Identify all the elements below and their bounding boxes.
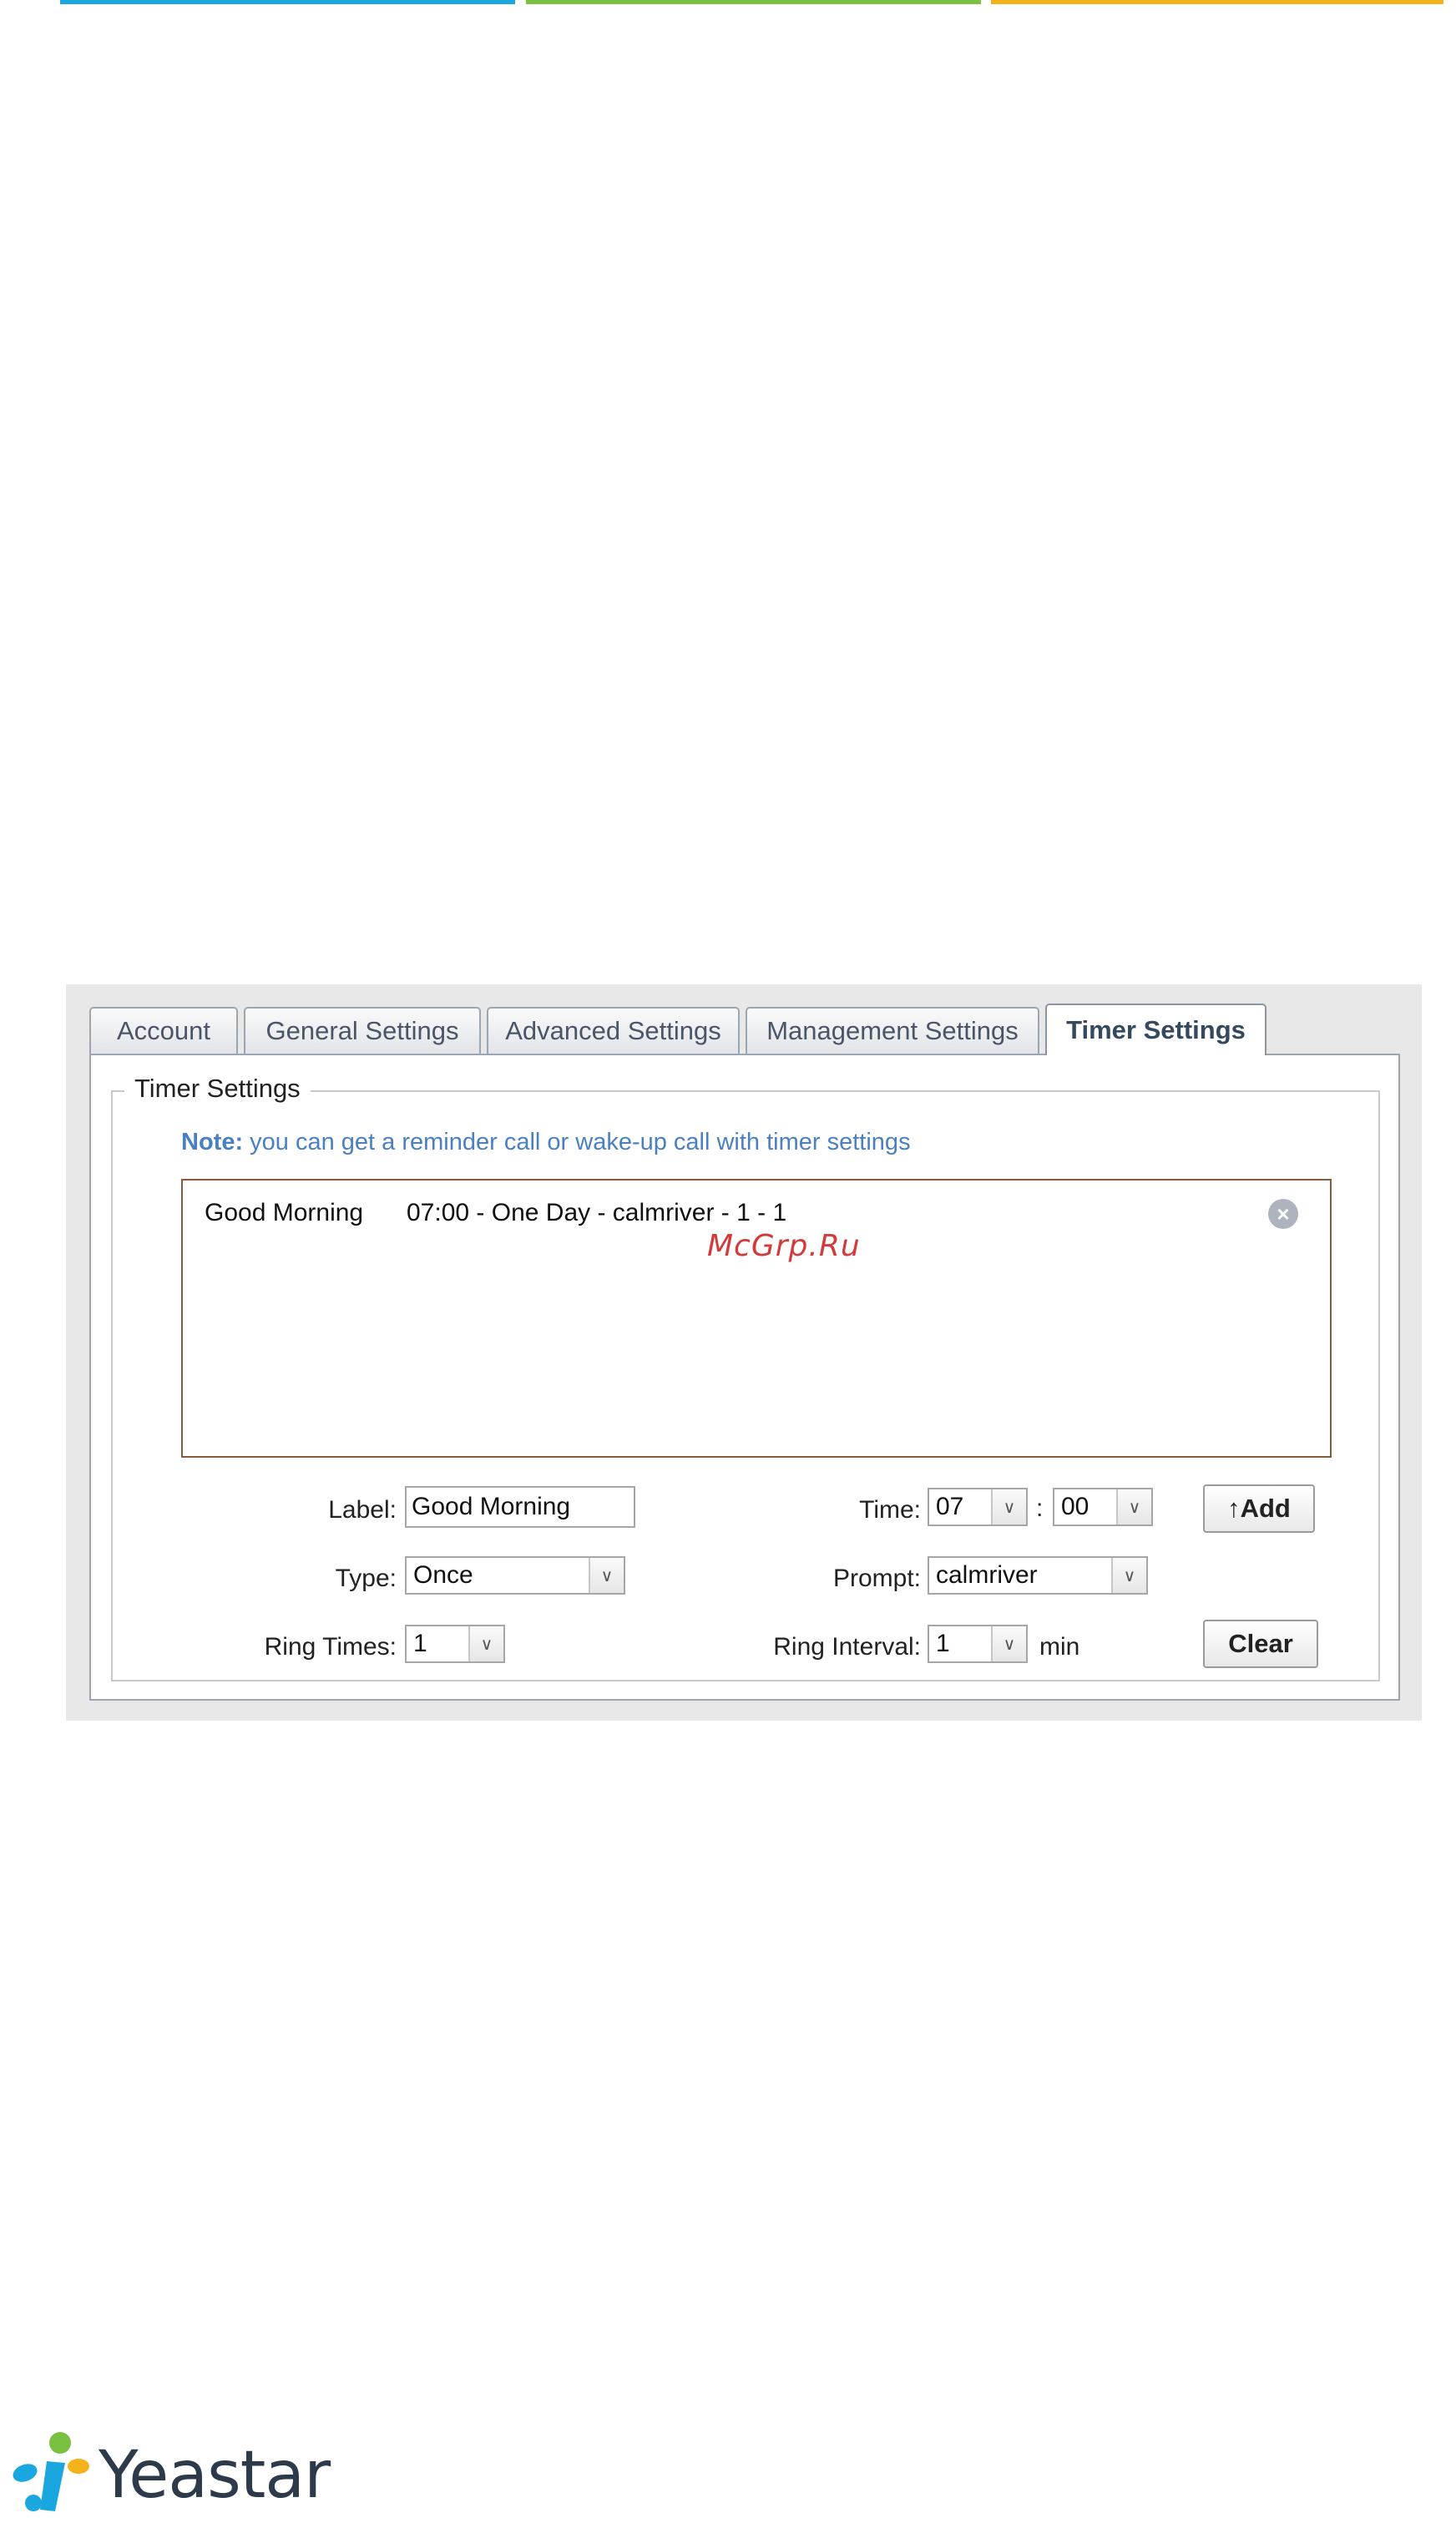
- tab-panel: Timer Settings Note: you can get a remin…: [89, 1054, 1400, 1701]
- chevron-down-icon: ∨: [589, 1558, 624, 1593]
- tab-account[interactable]: Account: [89, 1007, 238, 1054]
- ring-interval-field-label: Ring Interval:: [773, 1633, 921, 1661]
- timer-list[interactable]: Good Morning 07:00 - One Day - calmriver…: [181, 1179, 1332, 1458]
- watermark-text: McGrp.Ru: [707, 1229, 861, 1263]
- time-field-label: Time:: [859, 1496, 921, 1524]
- yeastar-logo-icon: [13, 2432, 89, 2511]
- top-bar-blue: [60, 0, 515, 4]
- type-field-label: Type:: [335, 1565, 397, 1592]
- label-field-label: Label:: [328, 1496, 397, 1524]
- prompt-field-label: Prompt:: [832, 1565, 921, 1592]
- tab-general-settings[interactable]: General Settings: [244, 1007, 481, 1054]
- logo-text: Yeastar: [99, 2438, 331, 2513]
- tab-timer-settings[interactable]: Timer Settings: [1045, 1004, 1266, 1055]
- yeastar-logo: Yeastar: [8, 2426, 331, 2518]
- ring-interval-value: 1: [936, 1630, 950, 1657]
- timer-entry-details[interactable]: 07:00 - One Day - calmriver - 1 - 1: [407, 1199, 786, 1227]
- timer-entry-label[interactable]: Good Morning: [205, 1199, 363, 1227]
- ring-times-field-label: Ring Times:: [264, 1633, 397, 1661]
- top-bar-green: [526, 0, 981, 4]
- time-minute-value: 00: [1061, 1493, 1089, 1520]
- ring-interval-select[interactable]: 1 ∨: [928, 1625, 1028, 1663]
- note-text: Note: you can get a reminder call or wak…: [181, 1129, 911, 1156]
- tab-management-settings[interactable]: Management Settings: [746, 1007, 1039, 1054]
- type-select[interactable]: Once ∨: [405, 1556, 625, 1595]
- timer-settings-fieldset: Timer Settings Note: you can get a remin…: [111, 1074, 1380, 1681]
- chevron-down-icon: ∨: [1111, 1558, 1146, 1593]
- time-hour-select[interactable]: 07 ∨: [928, 1488, 1028, 1526]
- note-message: you can get a reminder call or wake-up c…: [243, 1129, 911, 1155]
- ring-interval-unit: min: [1039, 1633, 1080, 1661]
- prompt-select[interactable]: calmriver ∨: [928, 1556, 1148, 1595]
- chevron-down-icon: ∨: [468, 1626, 503, 1661]
- type-value: Once: [413, 1561, 473, 1589]
- label-input[interactable]: Good Morning: [405, 1486, 635, 1528]
- chevron-down-icon: ∨: [991, 1626, 1026, 1661]
- ring-times-value: 1: [413, 1630, 427, 1657]
- clear-button[interactable]: Clear: [1203, 1620, 1318, 1668]
- time-minute-select[interactable]: 00 ∨: [1053, 1488, 1153, 1526]
- timer-settings-screenshot: Account General Settings Advanced Settin…: [66, 984, 1422, 1721]
- chevron-down-icon: ∨: [991, 1489, 1026, 1524]
- time-separator: :: [1036, 1494, 1044, 1522]
- add-button[interactable]: ↑Add: [1203, 1484, 1315, 1533]
- remove-icon[interactable]: ×: [1268, 1199, 1298, 1229]
- chevron-down-icon: ∨: [1116, 1489, 1151, 1524]
- time-hour-value: 07: [936, 1493, 964, 1520]
- note-label: Note:: [181, 1129, 244, 1155]
- prompt-value: calmriver: [936, 1561, 1038, 1589]
- fieldset-legend: Timer Settings: [124, 1074, 311, 1104]
- top-bar-orange: [991, 0, 1443, 4]
- tab-advanced-settings[interactable]: Advanced Settings: [487, 1007, 740, 1054]
- ring-times-select[interactable]: 1 ∨: [405, 1625, 505, 1663]
